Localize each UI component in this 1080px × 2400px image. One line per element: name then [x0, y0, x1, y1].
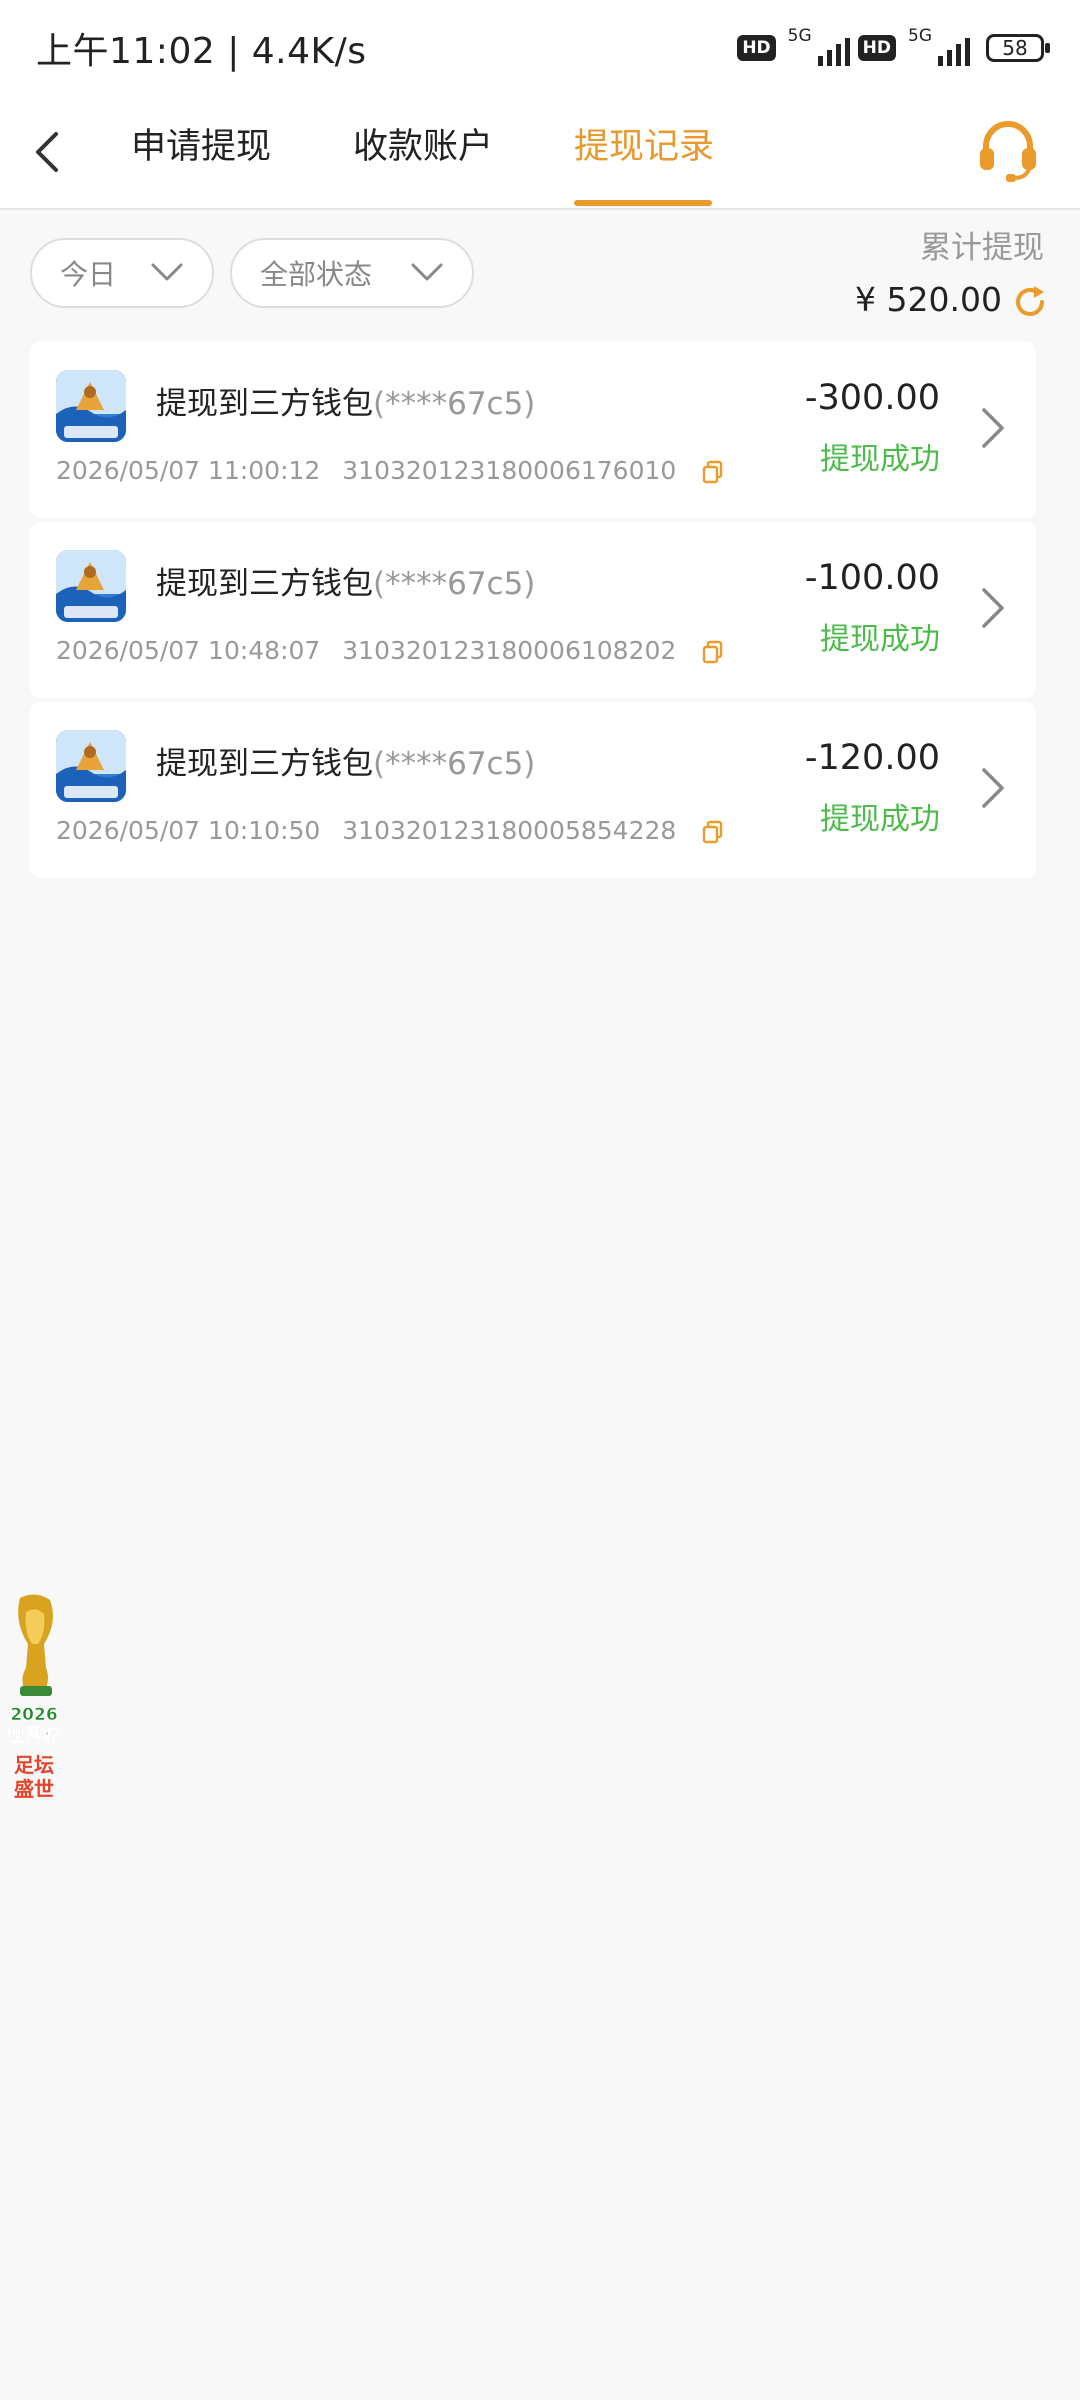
active-tab-indicator: [574, 200, 712, 206]
chevron-down-icon: [411, 263, 443, 281]
status-icons: HD 5G HD 5G 58: [737, 26, 1050, 68]
withdraw-record-item[interactable]: 提现到三方钱包(****67c5) 2026/05/07 11:00:12 31…: [30, 342, 1036, 518]
record-amount: -120.00: [804, 738, 940, 778]
top-nav: 申请提现 收款账户 提现记录: [0, 96, 1080, 210]
date-filter-label: 今日: [60, 258, 117, 291]
record-meta: 2026/05/07 11:00:12 31032012318000617601…: [56, 456, 724, 485]
copy-icon[interactable]: [702, 640, 724, 664]
date-filter-dropdown[interactable]: 今日: [30, 238, 214, 308]
hd-icon: HD: [737, 35, 776, 61]
trophy-icon: [18, 1594, 53, 1696]
battery-icon: 58: [986, 34, 1050, 62]
chevron-down-icon: [151, 263, 183, 281]
copy-icon[interactable]: [702, 820, 724, 844]
record-order-id: 310320123180005854228: [342, 816, 677, 845]
status-bar-text: 上午11:02 | 4.4K/s: [36, 31, 367, 72]
badge-line-3: 盛世: [14, 1777, 54, 1801]
withdraw-record-item[interactable]: 提现到三方钱包(****67c5) 2026/05/07 10:10:50 31…: [30, 702, 1036, 878]
chevron-right-icon: [982, 588, 1004, 628]
record-title: 提现到三方钱包(****67c5): [156, 566, 536, 602]
total-withdrawn-label: 累计提现: [920, 230, 1044, 266]
record-status: 提现成功: [820, 802, 940, 837]
record-meta: 2026/05/07 10:48:07 31032012318000610820…: [56, 636, 724, 665]
withdraw-record-item[interactable]: 提现到三方钱包(****67c5) 2026/05/07 10:48:07 31…: [30, 522, 1036, 698]
record-title: 提现到三方钱包(****67c5): [156, 386, 536, 422]
record-title: 提现到三方钱包(****67c5): [156, 746, 536, 782]
world-cup-promo-badge[interactable]: 2026 世界杯 足坛 盛世: [0, 1592, 72, 1806]
status-bar: 上午11:02 | 4.4K/s HD 5G HD 5G 58: [0, 0, 1080, 96]
chevron-right-icon: [982, 768, 1004, 808]
chevron-right-icon: [982, 408, 1004, 448]
copy-icon[interactable]: [702, 460, 724, 484]
total-withdrawn-amount: ¥ 520.00: [855, 280, 1002, 319]
record-meta: 2026/05/07 10:10:50 31032012318000585422…: [56, 816, 724, 845]
customer-service-icon[interactable]: [972, 114, 1044, 186]
record-datetime: 2026/05/07 10:48:07: [56, 636, 321, 665]
record-amount: -300.00: [804, 378, 940, 418]
refresh-icon[interactable]: [1012, 284, 1048, 320]
status-filter-dropdown[interactable]: 全部状态: [230, 238, 474, 308]
tab-payee-accounts[interactable]: 收款账户: [353, 118, 493, 169]
wallet-app-logo-icon: [56, 730, 126, 802]
record-order-id: 310320123180006108202: [342, 636, 677, 665]
signal-icon: 5G: [904, 26, 970, 68]
status-filter-label: 全部状态: [260, 258, 373, 291]
record-status: 提现成功: [820, 442, 940, 477]
badge-line-2: 足坛: [14, 1753, 54, 1777]
badge-line-1: 世界杯: [7, 1725, 62, 1747]
hd-icon: HD: [857, 35, 896, 61]
back-arrow-icon[interactable]: [28, 122, 68, 182]
wallet-app-logo-icon: [56, 370, 126, 442]
tab-withdraw-records[interactable]: 提现记录: [574, 118, 714, 169]
record-order-id: 310320123180006176010: [342, 456, 677, 485]
record-datetime: 2026/05/07 11:00:12: [56, 456, 321, 485]
record-status: 提现成功: [820, 622, 940, 657]
badge-year: 2026: [10, 1705, 57, 1725]
wallet-app-logo-icon: [56, 550, 126, 622]
signal-icon: 5G: [784, 26, 850, 68]
record-datetime: 2026/05/07 10:10:50: [56, 816, 321, 845]
record-amount: -100.00: [804, 558, 940, 598]
tab-apply-withdraw[interactable]: 申请提现: [131, 118, 271, 169]
